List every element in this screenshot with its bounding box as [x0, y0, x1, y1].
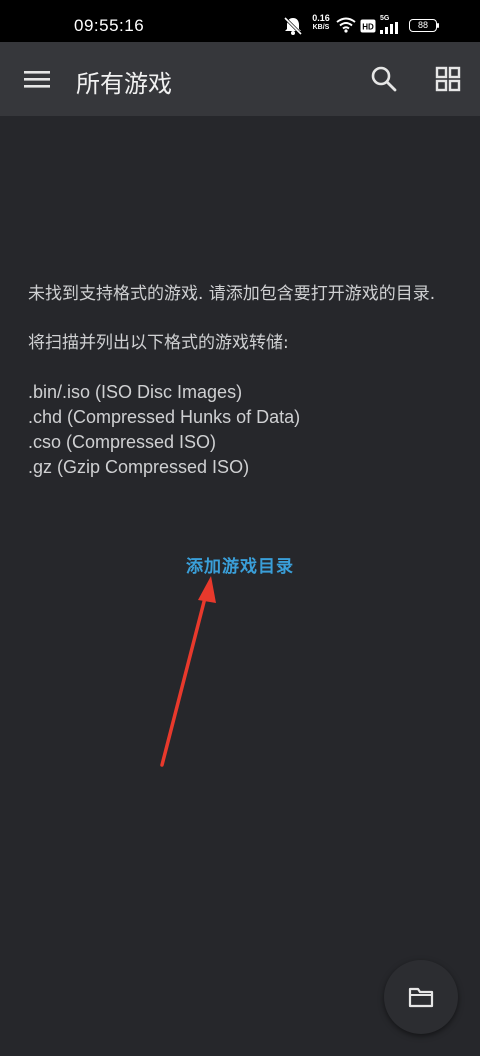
do-not-disturb-icon: [283, 16, 303, 36]
status-time: 09:55:16: [74, 16, 145, 35]
format-item: .gz (Gzip Compressed ISO): [28, 457, 250, 477]
grid-view-button[interactable]: [432, 63, 464, 95]
app-bar: 所有游戏: [0, 42, 480, 116]
empty-state: 未找到支持格式的游戏. 请添加包含要打开游戏的目录. 将扫描并列出以下格式的游戏…: [28, 282, 458, 480]
grid-view-icon: [435, 66, 461, 92]
add-game-directory-button[interactable]: 添加游戏目录: [0, 552, 480, 577]
wifi-icon: [336, 17, 356, 33]
page-title: 所有游戏: [76, 70, 172, 98]
battery-tip: [437, 23, 439, 28]
scan-info: 将扫描并列出以下格式的游戏转储:: [28, 333, 289, 353]
network-speed: 0.16 KB/S: [308, 14, 334, 32]
menu-button[interactable]: [20, 64, 54, 94]
app-screen: 09:55:16 0.16 KB/S HD 5G 88 所有游戏 未找到支持格式…: [0, 0, 480, 1056]
network-speed-value: 0.16: [312, 13, 330, 23]
svg-text:HD: HD: [362, 23, 374, 32]
battery-indicator: 88: [409, 19, 437, 32]
menu-icon: [24, 71, 50, 88]
cell-signal-icon: [380, 22, 398, 34]
add-folder-fab[interactable]: [384, 960, 458, 1034]
format-list: .bin/.iso (ISO Disc Images) .chd (Compre…: [28, 380, 458, 480]
network-speed-unit: KB/S: [312, 24, 330, 31]
format-item: .bin/.iso (ISO Disc Images): [28, 382, 243, 402]
search-icon: [371, 66, 397, 92]
search-button[interactable]: [368, 63, 400, 95]
annotation-arrow: [160, 576, 216, 767]
format-item: .chd (Compressed Hunks of Data): [28, 407, 301, 427]
empty-message: 未找到支持格式的游戏. 请添加包含要打开游戏的目录.: [28, 284, 436, 304]
hd-icon: HD: [360, 19, 376, 33]
format-item: .cso (Compressed ISO): [28, 432, 217, 452]
folder-icon: [408, 987, 434, 1008]
status-bar: 09:55:16 0.16 KB/S HD 5G 88: [0, 0, 480, 42]
signal-label: 5G: [380, 15, 390, 22]
